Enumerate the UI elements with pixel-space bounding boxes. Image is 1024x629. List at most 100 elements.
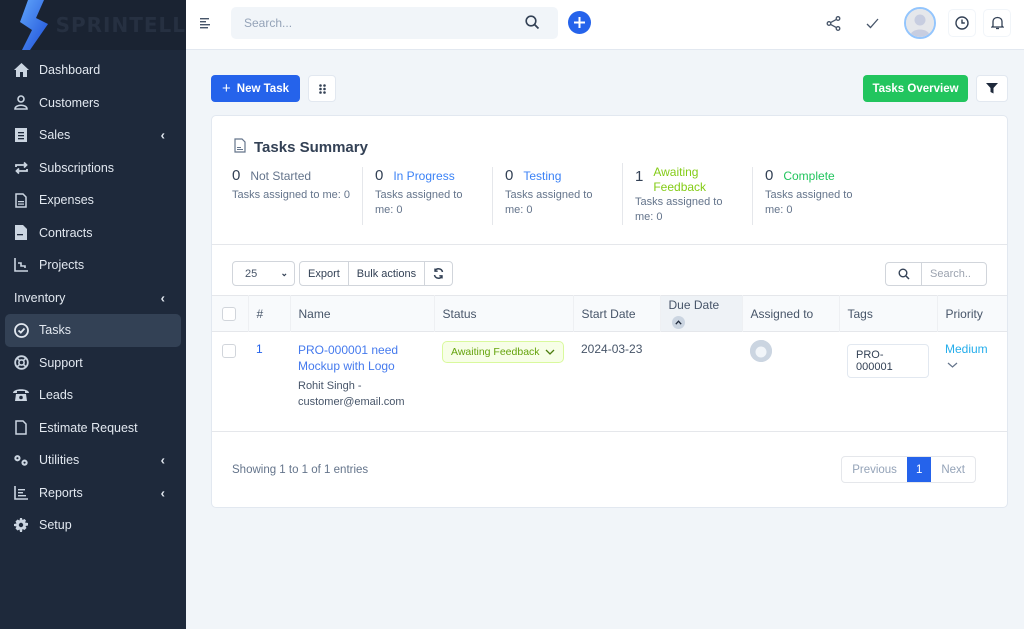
column-header-status[interactable]: Status	[434, 295, 574, 332]
summary-stats: 0 Not Started Tasks assigned to me: 0 0 In…	[232, 163, 882, 225]
chevron-down-icon: ⌄	[280, 268, 288, 278]
export-button[interactable]: Export	[300, 262, 348, 285]
divider	[212, 244, 1007, 245]
gear-icon	[13, 517, 29, 533]
tasks-overview-button[interactable]: Tasks Overview	[863, 75, 968, 102]
contract-icon	[13, 225, 29, 241]
summary-sub: Tasks assigned to me: 0	[765, 189, 853, 216]
summary-label: Awaiting Feedback	[653, 165, 707, 194]
sidebar-item-subscriptions[interactable]: Subscriptions	[0, 152, 181, 185]
summary-not-started[interactable]: 0 Not Started Tasks assigned to me: 0	[232, 167, 362, 225]
status-dropdown[interactable]: Awaiting Feedback	[442, 341, 564, 363]
search-icon[interactable]	[525, 15, 540, 33]
sidebar-item-utilities[interactable]: Utilities ‹	[0, 444, 181, 477]
column-header-priority[interactable]: Priority	[937, 296, 1007, 332]
summary-sub: Tasks assigned to me: 0	[232, 189, 351, 201]
clock-button[interactable]	[948, 9, 976, 37]
sidebar-item-inventory[interactable]: Inventory ‹	[0, 282, 181, 315]
sidebar: SPRINTELL Dashboard Customers Sales ‹ Su…	[0, 0, 186, 629]
sidebar-item-leads[interactable]: Leads	[0, 379, 181, 412]
chevron-left-icon: ‹	[160, 452, 165, 468]
notifications-button[interactable]	[983, 9, 1011, 37]
task-start-date: 2024-03-23	[581, 342, 643, 356]
table-controls: 25 ⌄ Export Bulk actions	[232, 261, 454, 286]
task-id[interactable]: 1	[248, 332, 290, 432]
sidebar-item-label: Tasks	[39, 323, 71, 338]
select-all-checkbox[interactable]	[222, 306, 236, 321]
grid-icon	[318, 83, 326, 94]
sidebar-item-support[interactable]: Support	[0, 347, 181, 380]
reload-button[interactable]	[424, 262, 452, 285]
page-button-current[interactable]: 1	[906, 457, 932, 482]
sidebar-item-label: Contracts	[39, 225, 93, 240]
summary-sub: Tasks assigned to me: 0	[635, 196, 723, 223]
new-task-button[interactable]: + New Task	[211, 75, 300, 102]
global-search	[231, 7, 558, 39]
brand-logo[interactable]: SPRINTELL	[0, 0, 186, 50]
column-header-assigned-to[interactable]: Assigned to	[742, 295, 840, 332]
sidebar-item-label: Dashboard	[39, 63, 101, 78]
task-name-link[interactable]: PRO-000001 need Mockup with Logo	[298, 342, 426, 374]
summary-in-progress[interactable]: 0 In Progress Tasks assigned to me: 0	[362, 167, 492, 225]
sidebar-item-setup[interactable]: Setup	[0, 509, 181, 542]
share-icon[interactable]	[824, 14, 842, 32]
summary-complete[interactable]: 0 Complete Tasks assigned to me: 0	[752, 167, 882, 225]
repeat-icon	[13, 160, 29, 176]
chevron-down-icon[interactable]	[947, 362, 958, 368]
sidebar-item-dashboard[interactable]: Dashboard	[0, 54, 181, 87]
entries-info: Showing 1 to 1 of 1 entries	[232, 464, 369, 476]
filter-icon	[986, 83, 998, 94]
filter-button[interactable]	[976, 75, 1008, 102]
lifebuoy-icon	[13, 355, 29, 371]
logo-mark-icon	[18, 0, 54, 50]
column-header-name[interactable]: Name	[290, 295, 435, 332]
table-search-input[interactable]	[922, 263, 986, 285]
check-icon[interactable]	[863, 14, 881, 32]
sidebar-item-projects[interactable]: Projects	[0, 249, 181, 282]
file-text-icon	[13, 192, 29, 208]
bulk-actions-button[interactable]: Bulk actions	[347, 262, 424, 285]
column-header-number[interactable]: #	[248, 295, 291, 332]
file-icon	[13, 420, 29, 436]
priority-value[interactable]: Medium	[945, 342, 999, 356]
quick-add-button[interactable]	[568, 11, 591, 34]
kanban-toggle-button[interactable]	[308, 75, 336, 102]
cogs-icon	[13, 452, 29, 468]
task-tag[interactable]: PRO-000001	[847, 344, 929, 378]
column-header-tags[interactable]: Tags	[839, 295, 938, 332]
sidebar-item-customers[interactable]: Customers	[0, 87, 181, 120]
sidebar-item-reports[interactable]: Reports ‹	[0, 477, 181, 510]
previous-page-button[interactable]: Previous	[842, 457, 907, 482]
sidebar-item-tasks[interactable]: Tasks	[5, 314, 181, 347]
table-header-row: # Name Status Start Date Due Date Assign…	[212, 295, 1007, 332]
row-checkbox[interactable]	[222, 344, 236, 358]
page-size-select[interactable]: 25 ⌄	[232, 261, 295, 286]
sidebar-item-label: Setup	[39, 518, 72, 533]
assignee-avatar[interactable]	[750, 340, 772, 362]
sidebar-item-label: Reports	[39, 485, 83, 500]
sidebar-item-expenses[interactable]: Expenses	[0, 184, 181, 217]
table-search	[885, 262, 987, 286]
sidebar-item-label: Customers	[39, 95, 100, 110]
column-header-due-date[interactable]: Due Date	[660, 295, 743, 332]
summary-heading: Tasks Summary	[234, 138, 368, 157]
global-search-input[interactable]	[231, 7, 501, 39]
clock-icon	[955, 16, 969, 30]
sidebar-item-label: Sales	[39, 128, 71, 143]
column-header-start-date[interactable]: Start Date	[573, 295, 661, 332]
table-row: 1 PRO-000001 need Mockup with Logo Rohit…	[212, 332, 1007, 432]
menu-toggle-icon[interactable]	[200, 17, 212, 31]
summary-awaiting-feedback[interactable]: 1 Awaiting Feedback Tasks assigned to me:…	[622, 163, 752, 225]
sidebar-item-contracts[interactable]: Contracts	[0, 217, 181, 250]
sidebar-item-label: Support	[39, 355, 83, 370]
next-page-button[interactable]: Next	[931, 457, 975, 482]
tasks-table: # Name Status Start Date Due Date Assign…	[212, 295, 1007, 432]
user-avatar[interactable]	[904, 7, 936, 39]
sidebar-item-estimate-request[interactable]: Estimate Request	[0, 412, 181, 445]
summary-count: 0	[232, 167, 241, 184]
summary-testing[interactable]: 0 Testing Tasks assigned to me: 0	[492, 167, 622, 225]
summary-count: 1	[635, 168, 644, 185]
summary-label: Not Started	[250, 169, 312, 183]
plus-icon: +	[222, 80, 231, 97]
sidebar-item-sales[interactable]: Sales ‹	[0, 119, 181, 152]
